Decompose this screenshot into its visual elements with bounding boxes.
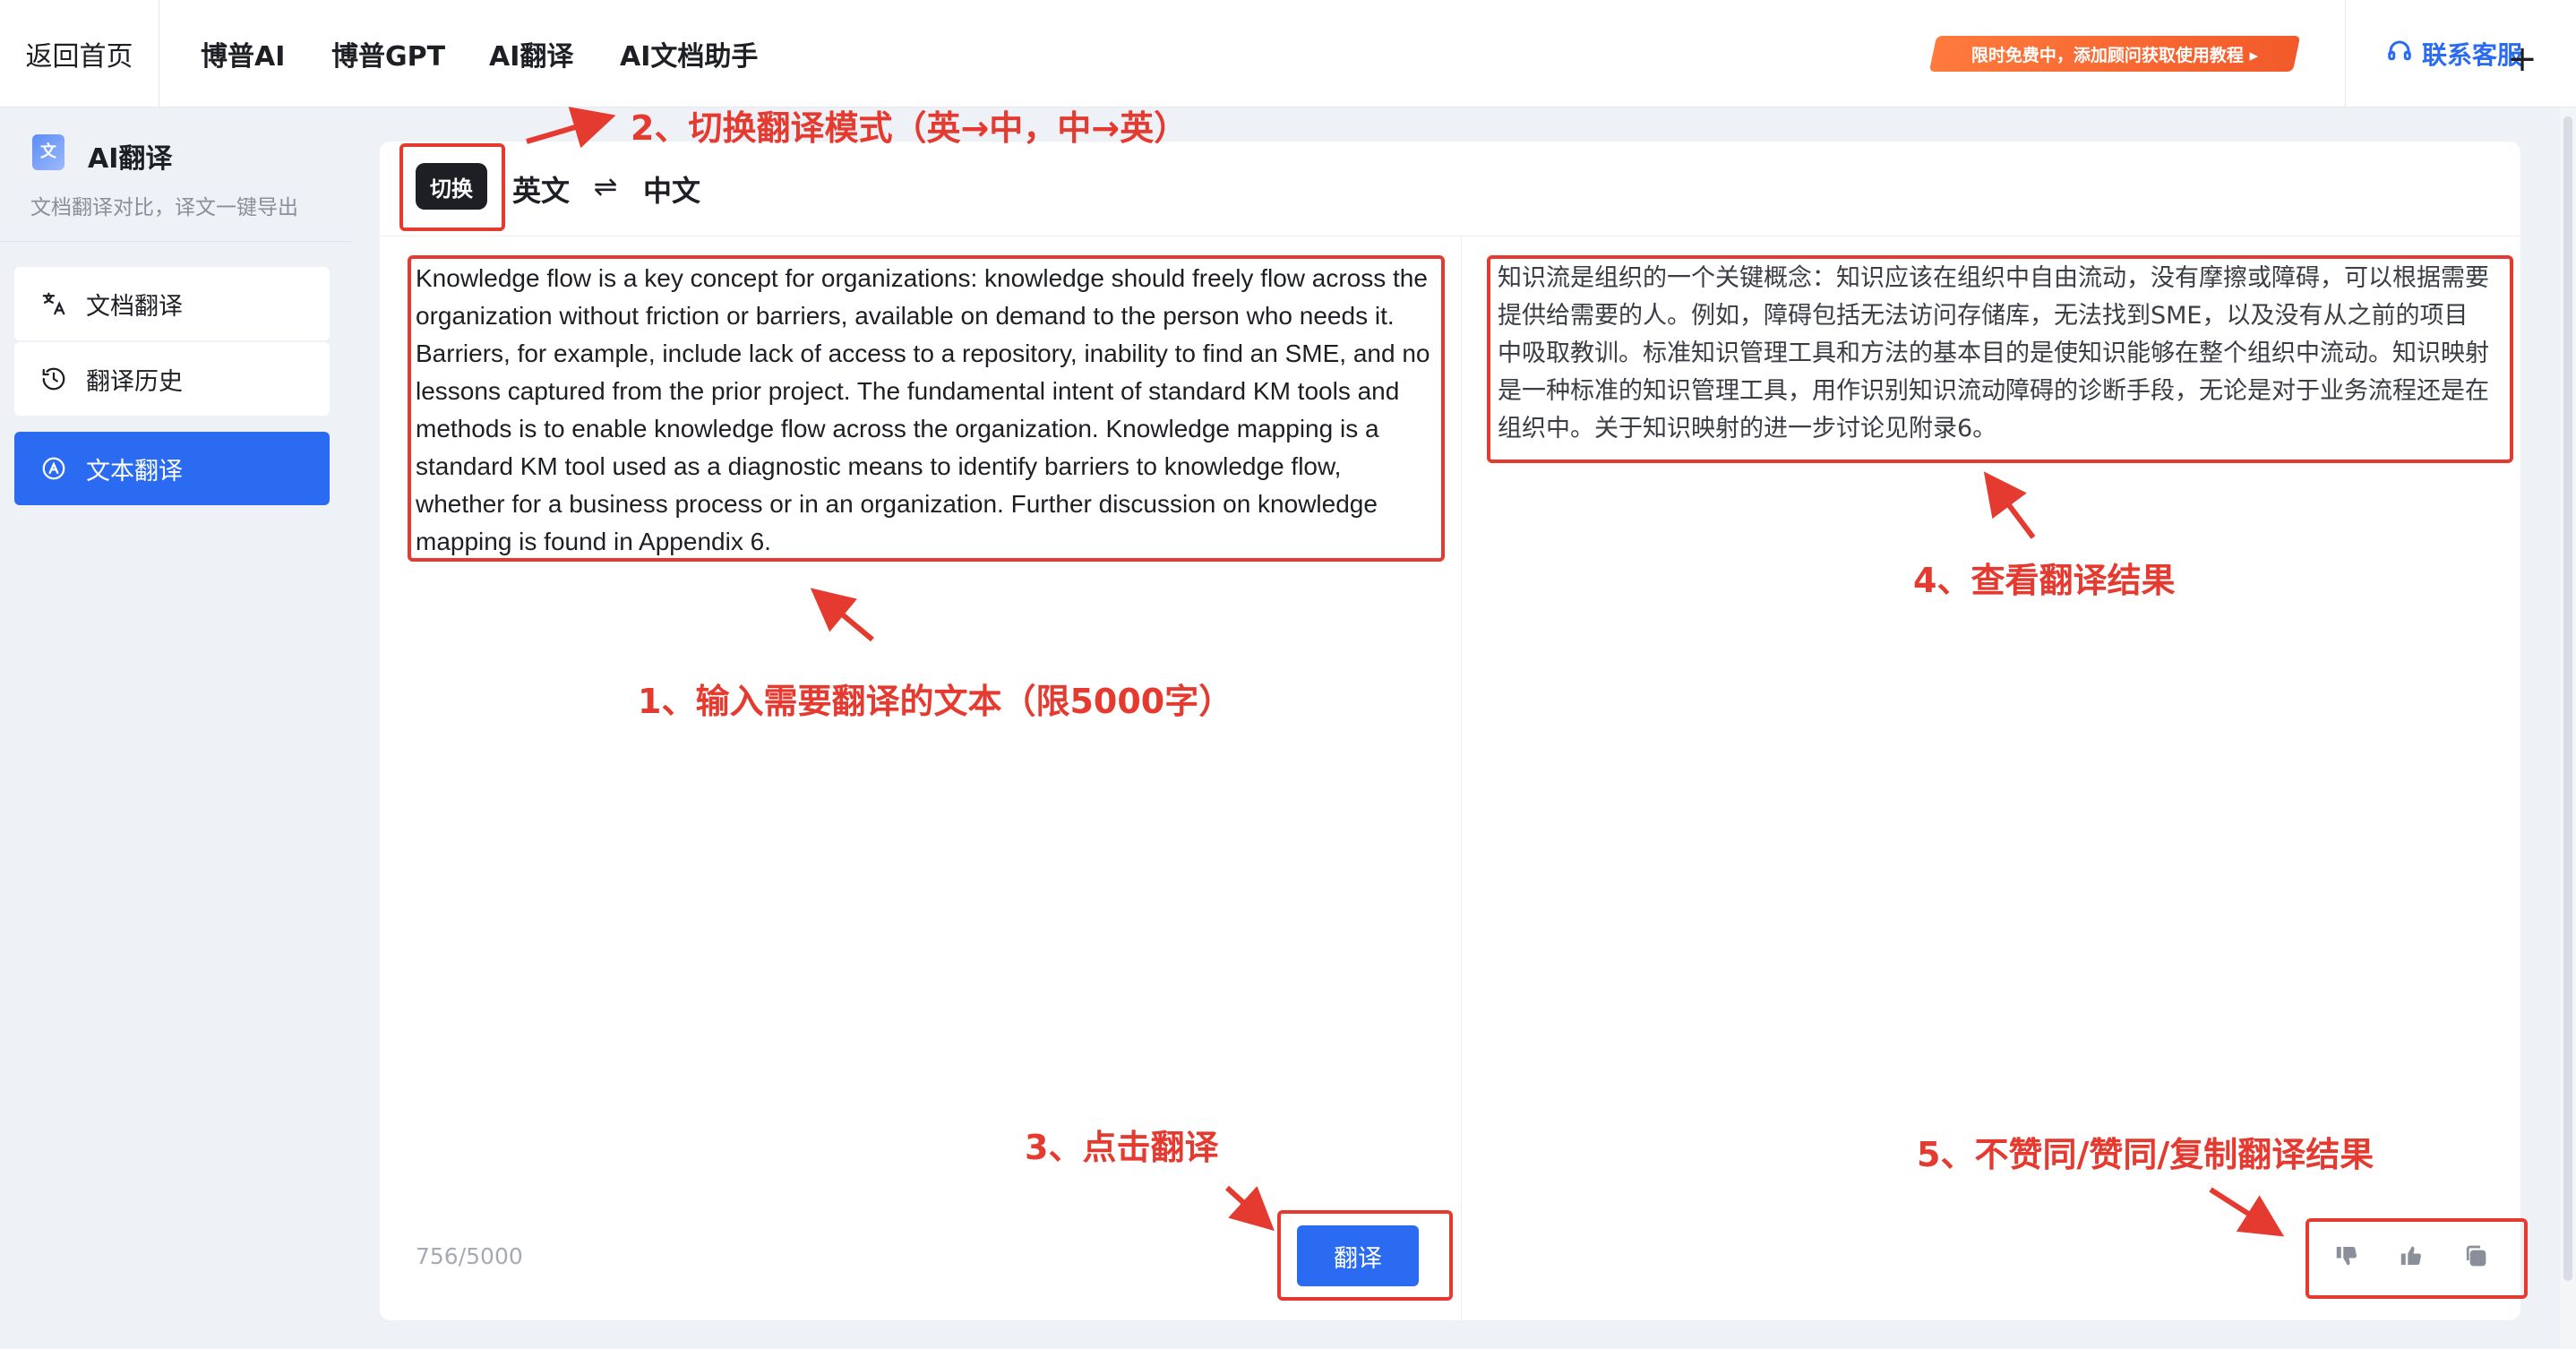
sidebar-item-label: 文本翻译 bbox=[86, 457, 183, 485]
nav-bopu-ai[interactable]: 博普AI bbox=[201, 0, 285, 107]
history-icon bbox=[39, 365, 68, 393]
sidebar-subtitle: 文档翻译对比，译文一键导出 bbox=[30, 196, 298, 219]
target-language: 中文 bbox=[643, 174, 701, 208]
home-link[interactable]: 返回首页 bbox=[0, 0, 159, 107]
swap-arrows-icon: ⇌ bbox=[593, 169, 618, 203]
text-translate-icon bbox=[39, 454, 68, 483]
annotation-box-actions bbox=[2306, 1218, 2528, 1299]
nav-bopu-gpt[interactable]: 博普GPT bbox=[331, 0, 445, 107]
sidebar-item-text-translate[interactable]: 文本翻译 bbox=[14, 432, 330, 505]
annotation-label-1: 1、输入需要翻译的文本（限5000字） bbox=[638, 682, 1233, 721]
annotation-label-5: 5、不赞同/赞同/复制翻译结果 bbox=[1917, 1135, 2374, 1174]
annotation-box-result bbox=[1487, 255, 2513, 463]
annotation-label-4: 4、查看翻译结果 bbox=[1913, 561, 2176, 600]
plus-icon[interactable]: + bbox=[2506, 41, 2538, 77]
top-bar: 返回首页 博普AI 博普GPT AI翻译 AI文档助手 限时免费中，添加顾问获取… bbox=[0, 0, 2576, 107]
annotation-arrow-2 bbox=[526, 107, 616, 149]
promo-banner[interactable]: 限时免费中，添加顾问获取使用教程 ▸ bbox=[1928, 36, 2301, 72]
annotation-box-source bbox=[408, 255, 1445, 562]
annotation-box-switch bbox=[399, 143, 505, 231]
annotation-label-3: 3、点击翻译 bbox=[1025, 1128, 1219, 1167]
language-toolbar: 切换 英文 ⇌ 中文 bbox=[380, 142, 2520, 236]
scrollbar-thumb[interactable] bbox=[2563, 116, 2572, 1281]
support-button[interactable]: 联系客服 bbox=[2386, 32, 2522, 75]
headset-icon bbox=[2386, 38, 2413, 71]
sidebar-brand: 文 AI翻译 文档翻译对比，译文一键导出 bbox=[0, 107, 351, 242]
sidebar-item-history[interactable]: 翻译历史 bbox=[14, 342, 330, 416]
character-counter: 756/5000 bbox=[416, 1243, 523, 1269]
sidebar-title: AI翻译 bbox=[88, 143, 173, 175]
nav-ai-doc-assistant[interactable]: AI文档助手 bbox=[620, 0, 758, 107]
topbar-divider bbox=[2345, 0, 2346, 107]
annotation-label-2: 2、切换翻译模式（英→中，中→英） bbox=[631, 108, 1189, 148]
promo-text: 限时免费中，添加顾问获取使用教程 ▸ bbox=[1971, 45, 2259, 65]
sidebar-item-label: 文档翻译 bbox=[86, 292, 183, 321]
source-language: 英文 bbox=[512, 174, 571, 208]
sidebar-item-label: 翻译历史 bbox=[86, 367, 183, 396]
page-scrollbar[interactable] bbox=[2560, 107, 2576, 1349]
nav-ai-translate[interactable]: AI翻译 bbox=[489, 0, 573, 107]
pane-divider bbox=[1461, 236, 1462, 1320]
ai-translate-logo-icon: 文 bbox=[32, 134, 64, 170]
sidebar: 文 AI翻译 文档翻译对比，译文一键导出 文档翻译 翻译历史 文本翻译 bbox=[0, 107, 351, 1349]
translate-icon bbox=[39, 289, 68, 318]
sidebar-item-doc-translate[interactable]: 文档翻译 bbox=[14, 267, 330, 340]
annotation-box-translate bbox=[1277, 1210, 1453, 1301]
